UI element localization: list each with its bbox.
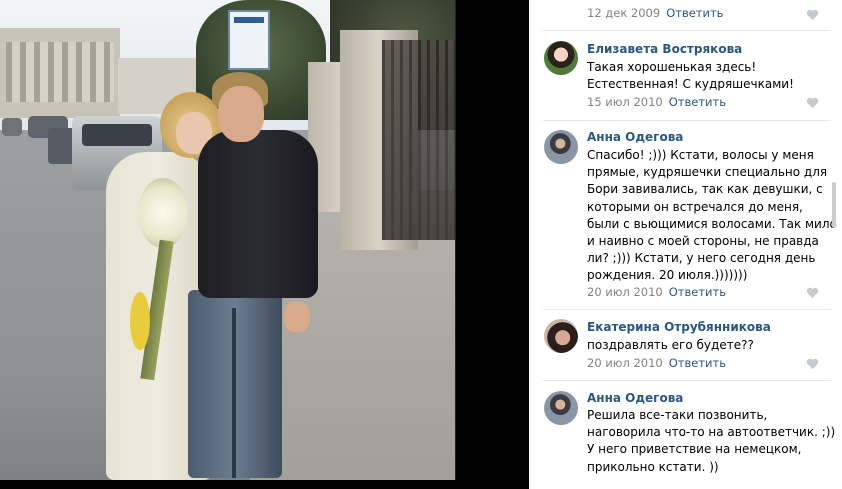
photo-man [198,130,318,298]
comment-text: Спасибо! ;))) Кстати, волосы у меня прям… [587,148,837,283]
comment-meta: 20 июл 2010 Ответить [587,285,726,299]
screen: 12 дек 2009 Ответить Елизавета Вострякова… [0,0,842,489]
comment-divider [543,30,831,31]
comment-date: 20 июл 2010 [587,356,663,370]
comment-date: 12 дек 2009 [587,6,661,20]
comment-text: Такая хорошенькая здесь! Естественная! С… [587,60,794,92]
comment-date: 20 июл 2010 [587,285,663,299]
comment-date: 15 июл 2010 [587,95,663,109]
heart-icon [806,358,819,369]
comment-meta: 20 июл 2010 Ответить [587,356,726,370]
reply-link[interactable]: Ответить [666,6,723,20]
comment-author[interactable]: Анна Одегова [587,391,683,405]
avatar[interactable] [544,391,578,425]
comment-divider [543,380,831,381]
comment-author[interactable]: Анна Одегова [587,130,683,144]
heart-icon [806,287,819,298]
reply-link[interactable]: Ответить [669,285,726,299]
like-button[interactable] [806,358,820,370]
photo-bouquet [138,178,188,248]
photo-man-face [218,86,264,142]
heart-icon [806,9,819,20]
comment-divider [543,309,831,310]
photo-street-sign [228,10,270,70]
avatar[interactable] [544,41,578,75]
comment-meta: 15 июл 2010 Ответить [587,95,726,109]
avatar[interactable] [544,130,578,164]
like-button[interactable] [806,287,820,299]
reply-link[interactable]: Ответить [669,356,726,370]
photo-man-jeans [188,290,282,478]
photo-yellow-flowers [130,292,150,350]
comment-text: Решила все-таки позвонить, наговорила чт… [587,408,836,474]
like-button[interactable] [806,97,820,109]
photo-building [0,28,120,118]
avatar[interactable] [544,319,578,353]
heart-icon [806,97,819,108]
comment-author[interactable]: Елизавета Вострякова [587,42,742,56]
comment-text: поздравлять его будете?? [587,338,754,352]
comment-author[interactable]: Екатерина Отрубянникова [587,320,771,334]
scrollbar[interactable] [832,182,836,228]
photo-car [2,118,22,136]
comment-meta: 12 дек 2009 Ответить [587,6,723,20]
comments-panel[interactable]: 12 дек 2009 Ответить Елизавета Вострякова… [529,0,842,489]
comment-divider [543,120,831,121]
reply-link[interactable]: Ответить [669,95,726,109]
like-button[interactable] [806,9,820,21]
photo-fence [382,40,455,240]
photo-man-hand [284,302,310,332]
photo[interactable] [0,0,456,480]
